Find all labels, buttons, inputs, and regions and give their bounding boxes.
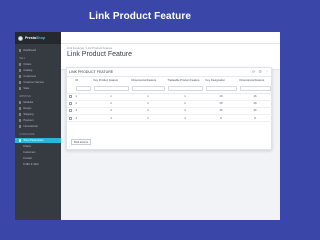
dashboard-icon [19,49,22,52]
top-bar [61,32,280,44]
sidebar-item-stats[interactable]: Stats [15,86,61,91]
sidebar-subitem-customers[interactable]: Customers [15,150,61,155]
column-header[interactable]: Key Designation [204,77,238,84]
bulk-actions-button[interactable]: Bulk actions [71,139,91,145]
filter-input[interactable] [75,85,91,91]
settings-icon[interactable]: ⚙ [258,70,262,74]
sidebar-subitem-traffic-seo[interactable]: Traffic & SEO [15,162,61,167]
table-row[interactable]: 2 2 2 2 28 28 [67,100,272,108]
table-row[interactable]: 1 1 1 1 16 16 [67,93,272,101]
column-header[interactable]: Dimensional Feature [238,77,272,84]
sidebar-logo[interactable]: PrestaShop [15,32,61,44]
sidebar-item-payment[interactable]: Payment [15,118,61,123]
logo-icon [18,35,23,41]
column-header[interactable]: Tradeable Product Feature [166,77,204,84]
sidebar-section-sell: Sell [19,57,26,60]
module-title: Link Product Feature [67,51,132,58]
row-checkbox[interactable] [68,102,72,106]
breadcrumb[interactable]: Link Features / Link Product Feature [67,46,112,50]
panel-header: LINK PRODUCT FEATURE ⟳ ⚙ ⋮ [67,68,271,77]
filter-input[interactable] [239,85,271,91]
sidebar-subitem-orders[interactable]: Orders [15,144,61,149]
sidebar-item-modules[interactable]: Modules [15,100,61,105]
table-row[interactable]: 3 3 3 3 36 36 [67,107,272,116]
panel-title: LINK PRODUCT FEATURE [69,70,114,74]
stats-icon [19,87,22,90]
sidebar-subitem-contact[interactable]: Contact [15,156,61,161]
row-checkbox[interactable] [68,94,72,98]
globe-icon [19,125,22,128]
column-header[interactable]: Dimensional Feature [130,77,166,84]
customers-icon [19,75,22,78]
customer-service-icon [19,81,22,84]
more-icon[interactable]: ⋮ [265,70,269,74]
sidebar-section-configure: Configure [19,133,35,136]
modules-icon [19,101,22,104]
sidebar: PrestaShop Dashboard Sell Orders Catalog… [15,32,61,220]
sidebar-item-dashboard[interactable]: Dashboard [15,48,61,53]
features-table: ID Key Product Feature Dimensional Featu… [67,77,272,123]
shipping-icon [19,113,22,116]
link-product-feature-panel: LINK PRODUCT FEATURE ⟳ ⚙ ⋮ ID Key Produc… [66,67,272,150]
payment-icon [19,119,22,122]
catalog-icon [19,69,22,72]
design-icon [19,107,22,110]
orders-icon [19,63,22,66]
filter-input[interactable] [205,85,237,91]
sidebar-item-customers[interactable]: Customers [15,74,61,79]
sidebar-item-shop-parameters[interactable]: Shop Parameters [15,138,61,143]
sidebar-item-shipping[interactable]: Shipping [15,112,61,117]
sidebar-item-customer-service[interactable]: Customer Service [15,80,61,85]
refresh-icon[interactable]: ⟳ [252,70,255,74]
column-header-id[interactable]: ID [74,77,92,84]
row-checkbox[interactable] [68,109,72,113]
sidebar-section-improve: Improve [19,95,31,98]
table-row[interactable]: 4 4 4 4 8 8 [67,114,272,123]
filter-input[interactable] [93,85,129,91]
sidebar-item-catalog[interactable]: Catalog [15,68,61,73]
sidebar-item-international[interactable]: International [15,124,61,129]
filter-row [67,84,272,94]
sidebar-item-design[interactable]: Design [15,106,61,111]
sidebar-item-orders[interactable]: Orders [15,62,61,67]
table-header-row: ID Key Product Feature Dimensional Featu… [67,77,272,84]
row-checkbox[interactable] [68,116,72,120]
page-heading: Link Product Feature [88,11,191,22]
filter-input[interactable] [167,85,203,91]
column-header[interactable]: Key Product Feature [92,77,130,84]
filter-input[interactable] [131,85,165,91]
settings-icon [19,139,22,142]
